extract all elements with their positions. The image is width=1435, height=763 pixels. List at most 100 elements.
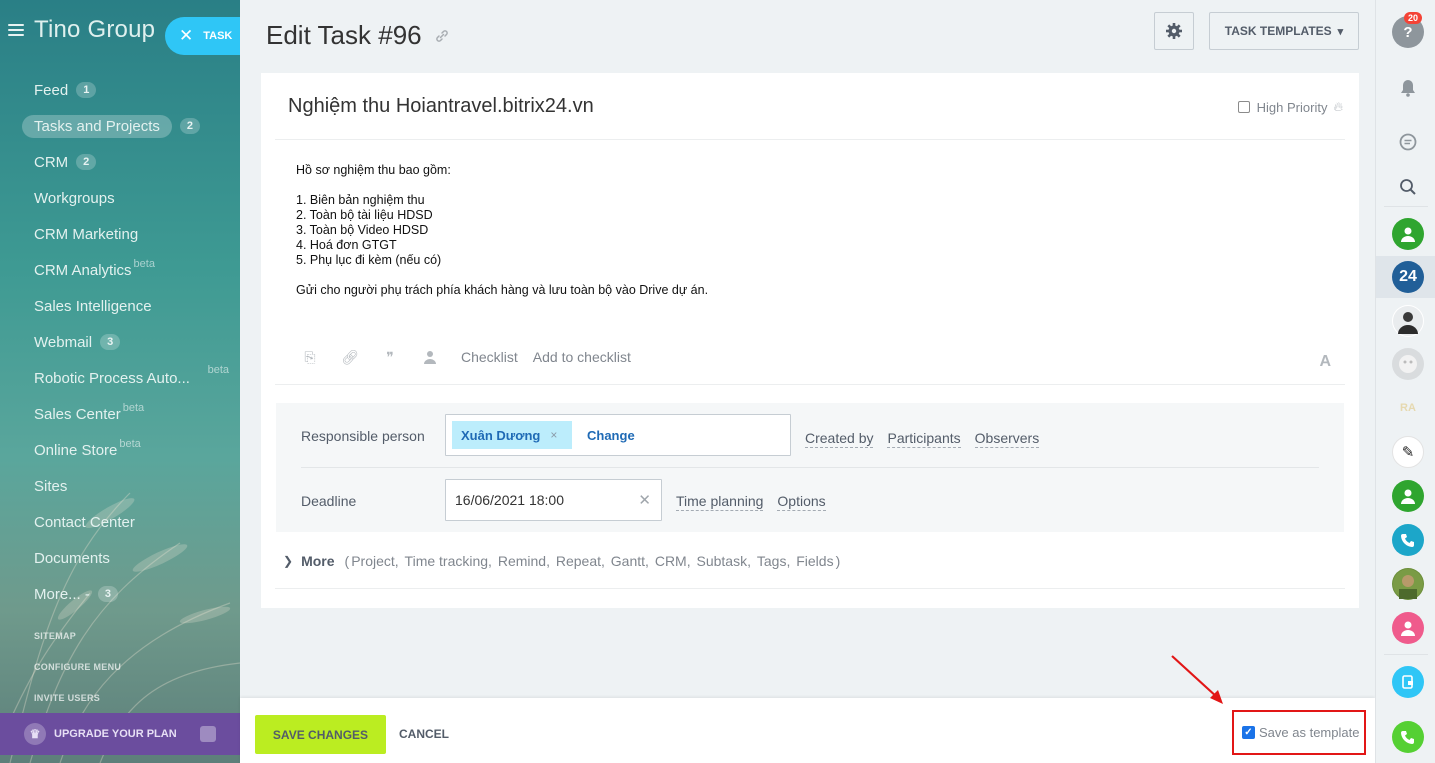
close-task-button[interactable]: ✕ TASK [165,17,240,55]
group-avatar-icon[interactable]: RA [1392,392,1424,424]
text-formatting-toggle[interactable]: A [1319,353,1331,371]
sidebar-item-webmail[interactable]: Webmail 3 [22,324,237,360]
counter-badge: 1 [76,82,97,98]
upgrade-plan-button[interactable]: ♛ UPGRADE YOUR PLAN [0,713,240,755]
responsible-person-name: Xuân Dương [461,427,541,443]
attach-file-icon[interactable]: ⎘ [301,349,319,365]
sidebar-item-label: Online Store [34,441,118,459]
bell-icon[interactable] [1392,72,1424,104]
save-as-template-option[interactable]: ✓ Save as template [1232,710,1366,755]
left-sidebar: Tino Group ✕ TASK Feed 1 Tasks and Proje… [0,0,240,763]
user-avatar-icon[interactable] [1392,612,1424,644]
task-templates-label: TASK TEMPLATES [1224,24,1332,38]
app-icon[interactable] [1392,666,1424,698]
link-icon[interactable] [434,28,450,44]
more-option-gantt[interactable]: Gantt, [611,553,649,569]
sidebar-item-feed[interactable]: Feed 1 [22,72,237,108]
open-paren: ( [344,553,350,569]
add-to-checklist-button[interactable]: Add to checklist [533,349,631,365]
description-item: 4. Hoá đơn GTGT [296,238,397,252]
right-sidebar: ? 20 24 RA ✎ [1375,0,1435,763]
more-options-row[interactable]: ❯ More ( Project, Time tracking, Remind,… [283,553,842,569]
more-option-subtask[interactable]: Subtask, [697,553,751,569]
cancel-button[interactable]: CANCEL [399,727,449,741]
user-avatar-icon[interactable] [1392,218,1424,250]
sidebar-item-workgroups[interactable]: Workgroups [22,180,237,216]
counter-badge: 3 [97,586,118,602]
sidebar-item-documents[interactable]: Documents [22,540,237,576]
deadline-input[interactable]: 16/06/2021 18:00 ✕ [445,479,662,521]
bitrix24-support-icon[interactable]: 24 [1392,261,1424,293]
divider [1384,206,1428,207]
description-item: 1. Biên bản nghiệm thu [296,193,425,207]
created-by-link[interactable]: Created by [805,430,874,448]
menu-burger-icon[interactable] [8,24,24,36]
sidebar-item-sales-center[interactable]: Sales Center beta [22,396,237,432]
remove-icon[interactable]: × [550,428,557,442]
configure-menu-link[interactable]: CONFIGURE MENU [34,659,121,690]
description-item: 2. Toàn bộ tài liệu HDSD [296,208,433,222]
more-option-tags[interactable]: Tags, [757,553,790,569]
time-planning-link[interactable]: Time planning [676,493,764,511]
more-option-project[interactable]: Project, [351,553,398,569]
more-option-repeat[interactable]: Repeat, [556,553,605,569]
beta-tag: beta [122,402,145,414]
quote-icon[interactable]: ❞ [381,349,399,365]
chat-icon[interactable] [1392,126,1424,158]
user-avatar-icon[interactable] [1392,348,1424,380]
call-icon[interactable] [1392,721,1424,753]
user-avatar-icon[interactable] [1392,480,1424,512]
user-avatar-icon[interactable]: ✎ [1392,436,1424,468]
search-icon[interactable] [1392,171,1424,203]
save-as-template-checkbox[interactable]: ✓ [1242,726,1255,739]
sidebar-item-sites[interactable]: Sites [22,468,237,504]
mention-user-icon[interactable] [421,349,439,365]
close-paren: ) [835,553,841,569]
logo-row: Tino Group [8,16,155,44]
counter-badge: 2 [76,154,97,170]
user-avatar-icon[interactable] [1392,568,1424,600]
change-responsible-link[interactable]: Change [587,428,635,443]
settings-button[interactable] [1154,12,1194,50]
more-option-time-tracking[interactable]: Time tracking, [405,553,492,569]
participants-link[interactable]: Participants [887,430,961,448]
high-priority-toggle[interactable]: High Priority 🔥︎ [1237,99,1343,115]
company-logo[interactable]: Tino Group [34,16,155,44]
sidebar-item-more[interactable]: More... - 3 [22,576,237,612]
more-option-remind[interactable]: Remind, [498,553,550,569]
sidebar-item-robotic-process-automation[interactable]: Robotic Process Auto... beta [22,360,237,396]
deadline-links: Time planning Options [676,493,840,511]
user-avatar-icon[interactable] [1392,305,1424,337]
high-priority-checkbox[interactable] [1237,101,1250,113]
responsible-person-field[interactable]: Xuân Dương × Change [445,414,791,456]
responsible-person-chip[interactable]: Xuân Dương × [452,421,572,449]
observers-link[interactable]: Observers [974,430,1040,448]
options-link[interactable]: Options [777,493,826,511]
sidebar-item-tasks-and-projects[interactable]: Tasks and Projects 2 [22,108,237,144]
task-templates-button[interactable]: TASK TEMPLATES ▾ [1209,12,1359,50]
more-option-fields[interactable]: Fields [796,553,833,569]
sidebar-item-crm[interactable]: CRM 2 [22,144,237,180]
upgrade-label: UPGRADE YOUR PLAN [54,728,177,740]
description-item: 5. Phụ lục đi kèm (nếu có) [296,253,442,267]
phone-icon[interactable] [1392,524,1424,556]
clear-deadline-icon[interactable]: ✕ [638,491,651,509]
task-title-input[interactable]: Nghiệm thu Hoiantravel.bitrix24.vn [288,95,594,118]
sidebar-item-label: Feed [34,81,69,99]
sidebar-item-crm-marketing[interactable]: CRM Marketing [22,216,237,252]
high-priority-label: High Priority [1256,99,1328,115]
printer-icon[interactable] [200,726,216,742]
save-changes-button[interactable]: SAVE CHANGES [255,715,386,754]
sidebar-item-online-store[interactable]: Online Store beta [22,432,237,468]
sidebar-item-crm-analytics[interactable]: CRM Analytics beta [22,252,237,288]
divider [275,139,1345,140]
task-description-editor[interactable]: Hồ sơ nghiệm thu bao gồm: 1. Biên bản ng… [296,163,708,298]
sitemap-link[interactable]: SITEMAP [34,628,121,659]
more-toggle[interactable]: More [301,553,334,569]
sidebar-item-contact-center[interactable]: Contact Center [22,504,237,540]
sidebar-item-sales-intelligence[interactable]: Sales Intelligence [22,288,237,324]
insert-link-icon[interactable]: 🔗︎ [341,349,359,365]
more-option-crm[interactable]: CRM, [655,553,691,569]
checklist-button[interactable]: Checklist [461,349,518,365]
sidebar-menu: Feed 1 Tasks and Projects 2 CRM 2 Workgr… [22,72,237,612]
